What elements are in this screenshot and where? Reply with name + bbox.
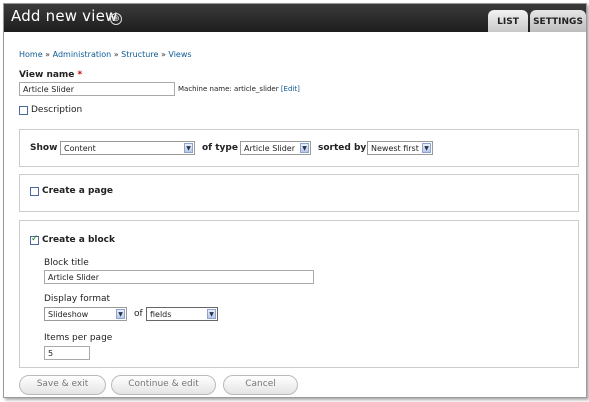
row-style-select[interactable]: fields ▼ [146,307,218,321]
chevron-down-icon: ▼ [422,143,431,153]
row-style-value: fields [150,310,172,319]
machine-name-edit-link[interactable]: [Edit] [281,85,300,93]
machine-name: Machine name: article_slider [Edit] [178,85,300,93]
show-select-value: Content [64,144,96,153]
continue-edit-button[interactable]: Continue & edit [111,375,216,395]
breadcrumb-separator: » [45,50,51,59]
breadcrumb: Home » Administration » Structure » View… [19,50,192,59]
sort-select[interactable]: Newest first ▼ [367,141,433,155]
chevron-down-icon: ▼ [207,309,216,319]
save-exit-button[interactable]: Save & exit [19,375,106,395]
items-per-page-label: Items per page [44,333,113,343]
view-name-input[interactable]: Article Slider [19,82,175,96]
description-checkbox[interactable] [19,106,28,115]
description-label: Description [31,105,83,115]
add-view-window: Add new view ⊕ LIST SETTINGS Home » Admi… [3,3,587,398]
of-label: of [134,309,143,319]
create-page-label: Create a page [42,186,114,196]
block-title-label: Block title [44,258,89,268]
tab-list[interactable]: LIST [488,10,528,32]
breadcrumb-home[interactable]: Home [19,50,43,59]
type-select-value: Article Slider [244,144,296,153]
shortcut-add-icon[interactable]: ⊕ [110,13,122,25]
cancel-button[interactable]: Cancel [223,375,298,395]
chevron-down-icon: ▼ [300,143,309,153]
page-header: Add new view ⊕ LIST SETTINGS [4,4,586,32]
block-title-input[interactable]: Article Slider [44,270,314,284]
breadcrumb-structure[interactable]: Structure [121,50,158,59]
create-page-panel: Create a page [19,174,579,212]
machine-name-text: Machine name: article_slider [178,85,279,93]
view-name-label-text: View name [19,70,75,80]
breadcrumb-separator: » [113,50,119,59]
type-select[interactable]: Article Slider ▼ [240,141,311,155]
create-page-checkbox[interactable] [30,187,39,196]
create-block-checkbox[interactable] [30,234,39,245]
page-title: Add new view [11,7,118,25]
breadcrumb-separator: » [160,50,166,59]
sort-select-value: Newest first [371,144,419,153]
show-panel: Show Content ▼ of type Article Slider ▼ … [19,129,579,167]
breadcrumb-views[interactable]: Views [168,50,191,59]
items-per-page-input[interactable]: 5 [44,346,90,360]
chevron-down-icon: ▼ [116,309,125,319]
show-select[interactable]: Content ▼ [60,141,195,155]
show-label: Show [30,143,58,153]
sorted-by-label: sorted by [318,143,367,153]
create-block-panel: Create a block Block title Article Slide… [19,220,579,368]
breadcrumb-administration[interactable]: Administration [53,50,112,59]
display-format-label: Display format [44,294,111,304]
display-format-value: Slideshow [48,310,89,319]
tab-settings[interactable]: SETTINGS [530,10,586,32]
view-name-label: View name * [19,70,82,80]
create-block-label: Create a block [42,235,115,245]
of-type-label: of type [202,143,238,153]
display-format-select[interactable]: Slideshow ▼ [44,307,127,321]
chevron-down-icon: ▼ [184,143,193,153]
required-marker: * [77,70,83,80]
